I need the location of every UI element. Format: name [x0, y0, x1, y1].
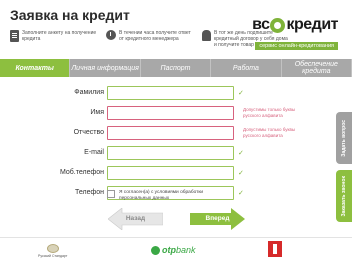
logo-tagline: сервис онлайн-кредитования [255, 42, 338, 50]
logo-text-right: кредит [286, 16, 338, 33]
tab-passport[interactable]: Паспорт [141, 59, 212, 77]
request-call-label: Заказать звонок [341, 175, 347, 217]
logo-text-left: вс [252, 16, 270, 33]
otp-prefix: otp [162, 245, 176, 255]
check-icon: ✓ [238, 150, 244, 157]
document-icon [10, 30, 19, 42]
field-row-email: E-mail ✓ [0, 146, 330, 162]
russtand-caption: Русский Стандарт [38, 254, 68, 258]
firstname-input[interactable] [107, 106, 234, 120]
partner-russtand-logo[interactable]: Русский Стандарт [38, 244, 67, 258]
mobile-input[interactable] [107, 166, 234, 180]
back-button-label: Назад [125, 215, 146, 222]
next-button-label: Вперед [205, 215, 230, 222]
russtand-emblem-icon [46, 244, 59, 253]
consent-text: Я согласен(а) с условиями обработки перс… [119, 190, 204, 201]
step-1-text: Заполните анкету на получение кредита [22, 30, 97, 42]
page-title: Заявка на кредит [10, 7, 130, 23]
email-label: E-mail [84, 149, 104, 156]
firstname-label: Имя [90, 109, 104, 116]
consent: Я согласен(а) с условиями обработки перс… [107, 190, 209, 201]
field-row-mobile: Моб.телефон ✓ [0, 166, 330, 182]
tab-collateral[interactable]: Обеспечение кредита [282, 59, 352, 77]
otp-dot-icon [151, 245, 160, 255]
step-1: Заполните анкету на получение кредита [10, 30, 98, 48]
field-row-patronymic: Отчество Допустимы только буквы русского… [0, 126, 330, 142]
otp-suffix: bank [176, 245, 196, 255]
request-call-tab[interactable]: Заказать звонок [336, 170, 352, 222]
step-2-text: В течении часа получите ответ от кредитн… [119, 30, 191, 42]
patronymic-label: Отчество [73, 129, 104, 136]
phone-label: Телефон [74, 189, 104, 196]
firstname-error: Допустимы только буквы русского алфавита [243, 107, 296, 118]
lastname-label: Фамилия [74, 89, 104, 96]
partner-homecredit-logo[interactable] [268, 241, 282, 257]
partner-otp-logo[interactable]: otpbank [151, 245, 196, 255]
field-row-lastname: Фамилия ✓ [0, 86, 330, 102]
logo-circle-icon [270, 17, 286, 33]
email-input[interactable] [107, 146, 234, 160]
ask-question-label: Задать вопрос [341, 119, 347, 157]
check-icon: ✓ [238, 90, 244, 97]
field-row-firstname: Имя Допустимы только буквы русского алфа… [0, 106, 330, 122]
tab-contacts[interactable]: Контакты [0, 59, 71, 77]
mobile-label: Моб.телефон [59, 169, 104, 176]
form-tabs: Контакты Личная информация Паспорт Работ… [0, 59, 352, 77]
clock-icon [106, 30, 116, 40]
step-2: В течении часа получите ответ от кредитн… [106, 30, 194, 48]
header: Заявка на кредит Заполните анкету на пол… [0, 0, 352, 58]
steps-row: Заполните анкету на получение кредита В … [10, 30, 290, 48]
back-button[interactable]: Назад [108, 208, 163, 230]
next-button[interactable]: Вперед [190, 208, 245, 230]
brand-logo[interactable]: вс кредит сервис онлайн-кредитования [252, 16, 338, 52]
check-icon: ✓ [238, 170, 244, 177]
patronymic-error: Допустимы только буквы русского алфавита [243, 127, 296, 138]
consent-checkbox[interactable] [107, 190, 115, 198]
tab-work[interactable]: Работа [211, 59, 282, 77]
ask-question-tab[interactable]: Задать вопрос [336, 112, 352, 164]
lastname-input[interactable] [107, 86, 234, 100]
partners-footer: Русский Стандарт otpbank [0, 237, 352, 262]
tab-personal-info[interactable]: Личная информация [70, 59, 141, 77]
check-icon: ✓ [238, 190, 244, 197]
patronymic-input[interactable] [107, 126, 234, 140]
person-icon [202, 30, 211, 41]
